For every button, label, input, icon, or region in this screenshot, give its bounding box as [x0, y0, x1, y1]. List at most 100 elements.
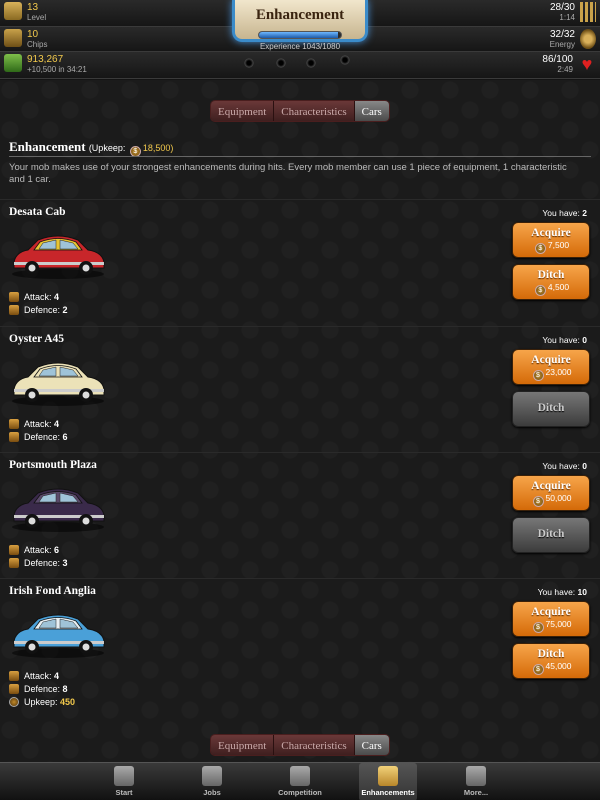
acquire-button[interactable]: Acquire $7,500	[512, 222, 590, 258]
ditch-price-value: 45,000	[545, 661, 572, 671]
category-tabs-bottom: Equipment Characteristics Cars	[210, 734, 390, 756]
defence-label: Defence:	[24, 557, 61, 568]
tab-characteristics[interactable]: Characteristics	[274, 735, 355, 755]
upkeep-amount: 18,500)	[142, 143, 174, 153]
section-description: Your mob makes use of your strongest enh…	[9, 162, 567, 185]
car-image	[12, 614, 105, 658]
car-name: Portsmouth Plaza	[9, 459, 97, 471]
ditch-label: Ditch	[537, 528, 565, 540]
energy-label: Energy	[549, 40, 575, 49]
attack-label: Attack:	[24, 291, 52, 302]
bullet-hole-icon	[306, 58, 316, 68]
acquire-price-value: 23,000	[545, 367, 572, 377]
owned-count: You have: 2	[542, 208, 587, 218]
tab-cars[interactable]: Cars	[354, 101, 389, 121]
level-stat[interactable]: 13 Level	[4, 2, 46, 23]
acquire-button[interactable]: Acquire $50,000	[512, 475, 590, 511]
car-stats: Attack: 4 Defence: 6	[9, 417, 68, 443]
tab-characteristics[interactable]: Characteristics	[274, 101, 355, 121]
acquire-price: $75,000	[513, 619, 589, 633]
health-timer: 2:49	[557, 65, 573, 74]
upkeep-prefix: (Upkeep:	[88, 143, 126, 153]
acquire-button[interactable]: Acquire $23,000	[512, 349, 590, 385]
defence-icon	[9, 304, 19, 315]
chips-stat[interactable]: 10 Chips	[4, 29, 47, 50]
car-name: Irish Fond Anglia	[9, 585, 96, 597]
experience-bar-fill	[259, 32, 339, 38]
owned-label: You have:	[542, 335, 580, 345]
acquire-price: $7,500	[513, 240, 589, 254]
section-title: Enhancement	[9, 139, 86, 154]
nav-start[interactable]: Start	[95, 763, 153, 800]
more-icon	[466, 766, 486, 786]
dollar-coin-icon: $	[532, 370, 544, 381]
owned-count: You have: 0	[542, 335, 587, 345]
attack-value: 4	[54, 291, 60, 302]
nav-enhancements[interactable]: Enhancements	[359, 763, 417, 800]
nav-more[interactable]: More...	[447, 763, 505, 800]
experience-text: Experience 1043/1080	[259, 42, 341, 51]
tab-equipment[interactable]: Equipment	[211, 101, 275, 121]
nav-jobs[interactable]: Jobs	[183, 763, 241, 800]
attack-stat: Attack: 4	[9, 417, 68, 430]
owned-count: You have: 10	[538, 587, 587, 597]
acquire-price-value: 50,000	[545, 493, 572, 503]
energy-stat[interactable]: 32/32 Energy	[550, 29, 596, 50]
ammo-stat[interactable]: 28/30 1:14	[550, 2, 596, 23]
acquire-label: Acquire	[531, 606, 571, 618]
tab-cars[interactable]: Cars	[354, 735, 389, 755]
ditch-price: $4,500	[513, 282, 589, 296]
ditch-button[interactable]: Ditch $45,000	[512, 643, 590, 679]
ditch-label: Ditch	[537, 402, 565, 414]
car-image	[12, 235, 105, 279]
acquire-price-value: 75,000	[545, 619, 572, 629]
defence-stat: Defence: 2	[9, 303, 68, 316]
ditch-price: $45,000	[513, 661, 589, 675]
health-stat[interactable]: 86/100 2:49 ♥	[542, 54, 596, 75]
nav-label: Competition	[278, 788, 322, 797]
upkeep-summary: (Upkeep: $18,500)	[88, 143, 174, 157]
ditch-button-disabled[interactable]: Ditch	[512, 517, 590, 553]
level-label: Level	[27, 13, 47, 22]
ditch-button-disabled[interactable]: Ditch	[512, 391, 590, 427]
attack-icon	[9, 670, 19, 681]
defence-label: Defence:	[24, 304, 61, 315]
defence-stat: Defence: 6	[9, 430, 68, 443]
attack-value: 4	[54, 418, 60, 429]
car-image	[12, 488, 105, 532]
owned-label: You have:	[542, 208, 580, 218]
ditch-button[interactable]: Ditch $4,500	[512, 264, 590, 300]
acquire-label: Acquire	[531, 227, 571, 239]
dollar-coin-icon: $	[534, 243, 546, 254]
car-row: Desata Cab You have: 2 Attack: 4 Defence: 2…	[0, 199, 600, 325]
owned-value: 0	[582, 461, 587, 471]
acquire-button[interactable]: Acquire $75,000	[512, 601, 590, 637]
car-stats: Attack: 4 Defence: 2	[9, 290, 68, 316]
car-name: Oyster A45	[9, 333, 65, 345]
dollar-coin-icon: $	[532, 664, 544, 675]
car-image	[12, 362, 105, 406]
hud-row-cash: 913,267 +10,500 in 34:21 86/100 2:49 ♥	[0, 52, 600, 79]
attack-value: 6	[54, 544, 60, 555]
dollar-coin-icon: $	[534, 285, 546, 296]
car-stats: Attack: 4 Defence: 8 Upkeep: 450	[9, 669, 75, 708]
level-icon	[4, 2, 22, 20]
owned-value: 2	[582, 208, 587, 218]
defence-value: 2	[62, 304, 68, 315]
defence-label: Defence:	[24, 683, 61, 694]
ditch-label: Ditch	[537, 648, 565, 660]
dollar-coin-icon	[9, 696, 19, 707]
cash-stat[interactable]: 913,267 +10,500 in 34:21	[4, 54, 87, 75]
status-hud: 13 Level 28/30 1:14 10 Chips 32/32 Energ…	[0, 0, 600, 80]
attack-label: Attack:	[24, 670, 52, 681]
attack-label: Attack:	[24, 544, 52, 555]
car-stats: Attack: 6 Defence: 3	[9, 543, 68, 569]
car-row: Oyster A45 You have: 0 Attack: 4 Defence: 6…	[0, 326, 600, 452]
section-divider	[9, 156, 591, 157]
nav-competition[interactable]: Competition	[271, 763, 329, 800]
acquire-price-value: 7,500	[547, 240, 570, 250]
energy-icon	[580, 29, 596, 49]
tab-equipment[interactable]: Equipment	[211, 735, 275, 755]
chips-value: 10	[27, 29, 39, 40]
car-row: Irish Fond Anglia You have: 10 Attack: 4 De…	[0, 578, 600, 707]
